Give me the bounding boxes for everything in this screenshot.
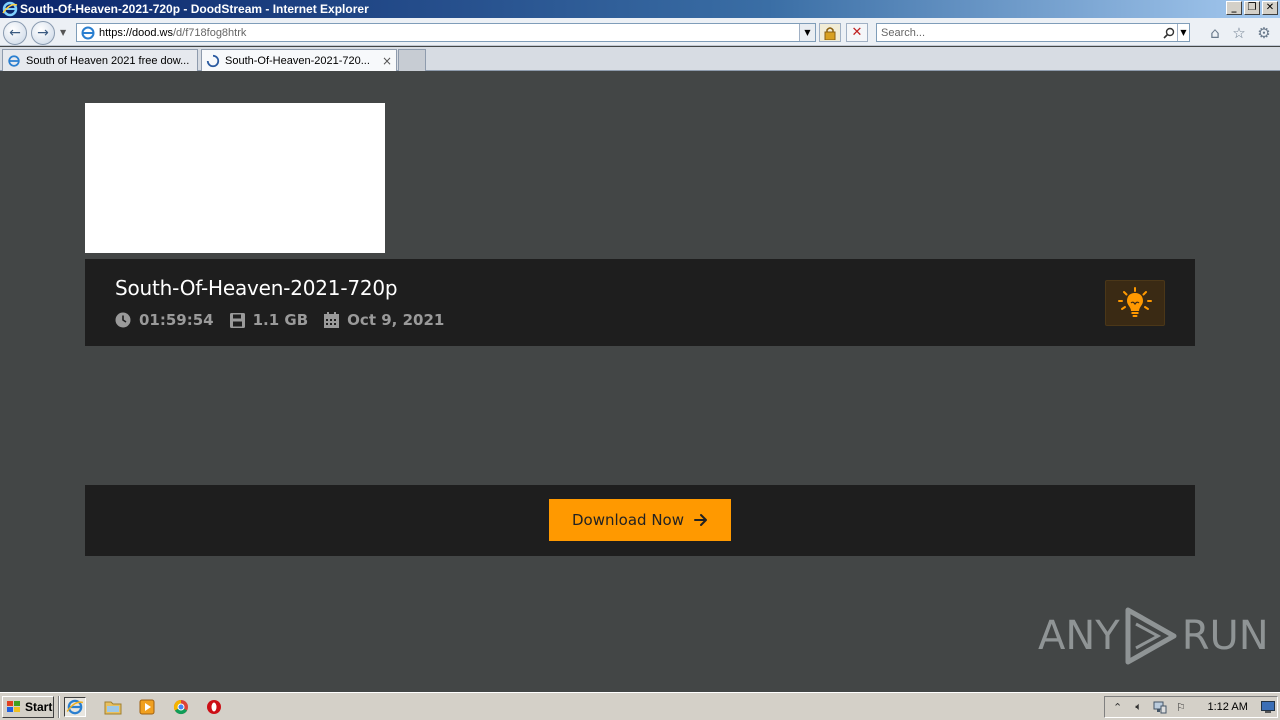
address-url: https://dood.ws/d/f718fog8htrk (99, 27, 246, 39)
video-date: Oct 9, 2021 (347, 311, 445, 329)
tab-doodstream-video[interactable]: South-Of-Heaven-2021-720... × (201, 49, 397, 71)
download-now-button[interactable]: Download Now (549, 499, 731, 541)
back-button[interactable]: ← (3, 21, 27, 45)
video-title: South-Of-Heaven-2021-720p (115, 276, 398, 300)
forward-button[interactable]: → (31, 21, 55, 45)
lock-icon (824, 26, 836, 40)
search-box[interactable]: ▼ (876, 23, 1190, 42)
network-icon[interactable] (1151, 698, 1168, 716)
taskbar-explorer-button[interactable] (102, 697, 124, 717)
taskbar-separator (58, 696, 60, 718)
folder-icon (104, 701, 122, 715)
close-window-button[interactable]: ✕ (1262, 1, 1278, 15)
url-path: /d/f718fog8htrk (173, 26, 247, 39)
close-tab-icon[interactable]: × (376, 54, 392, 68)
address-bar[interactable]: https://dood.ws/d/f718fog8htrk ▼ (76, 23, 816, 42)
taskbar: Start ⌃ 🔈︎ ⚐ 1:12 AM (0, 692, 1280, 720)
home-icon[interactable]: ⌂ (1206, 24, 1224, 42)
page-content: South-Of-Heaven-2021-720p 01:59:54 1.1 G… (0, 71, 1280, 691)
stop-x-icon: ✕ (851, 25, 863, 40)
show-desktop-icon[interactable] (1260, 698, 1277, 716)
ie-page-icon (81, 26, 95, 39)
ie-logo-icon (2, 1, 18, 17)
video-duration: 01:59:54 (139, 311, 214, 329)
clock-icon (115, 312, 131, 328)
taskbar-clock[interactable]: 1:12 AM (1208, 701, 1248, 713)
new-tab-button[interactable] (398, 49, 426, 71)
tab-label: South of Heaven 2021 free dow... (26, 54, 190, 67)
anyrun-watermark: ANY RUN (1038, 606, 1269, 666)
arrow-right-icon (694, 514, 707, 526)
taskbar-chrome-button[interactable] (170, 697, 192, 717)
gear-icon[interactable]: ⚙ (1255, 24, 1273, 42)
size-item: 1.1 GB (229, 311, 309, 329)
video-info-panel: South-Of-Heaven-2021-720p 01:59:54 1.1 G… (85, 259, 1195, 346)
loading-icon (206, 54, 220, 67)
navigation-bar: ← → ▼ https://dood.ws/d/f718fog8htrk ▼ ✕… (0, 18, 1280, 46)
volume-icon[interactable]: 🔈︎ (1130, 698, 1147, 716)
window-titlebar: South-Of-Heaven-2021-720p - DoodStream -… (0, 0, 1280, 18)
window-title: South-Of-Heaven-2021-720p - DoodStream -… (20, 2, 369, 16)
media-player-icon (139, 699, 155, 715)
tab-bar: South of Heaven 2021 free dow... South-O… (0, 47, 1280, 71)
address-dropdown-icon[interactable]: ▼ (799, 24, 815, 41)
chrome-icon (173, 699, 188, 715)
opera-icon (207, 700, 221, 714)
lightbulb-icon (1118, 287, 1152, 317)
download-panel: Download Now (85, 485, 1195, 556)
search-dropdown-icon[interactable]: ▼ (1177, 24, 1189, 41)
play-logo-icon (1125, 607, 1177, 665)
search-icon[interactable] (1161, 25, 1177, 41)
url-host: https://dood.ws (99, 26, 173, 39)
video-meta: 01:59:54 1.1 GB Oct 9, 2021 (115, 311, 460, 329)
security-lock-button[interactable] (819, 23, 841, 42)
back-arrow-icon: ← (9, 25, 21, 41)
action-center-flag-icon[interactable]: ⚐ (1172, 698, 1189, 716)
restore-button[interactable]: ❐ (1244, 1, 1260, 15)
calendar-icon (324, 312, 340, 328)
stop-button[interactable]: ✕ (846, 23, 868, 42)
history-dropdown-icon[interactable]: ▼ (60, 28, 66, 37)
date-item: Oct 9, 2021 (324, 311, 444, 329)
start-button[interactable]: Start (2, 696, 54, 718)
start-label: Start (25, 700, 53, 714)
ie-icon (66, 699, 84, 715)
video-size: 1.1 GB (252, 311, 309, 329)
forward-arrow-icon: → (37, 25, 49, 41)
taskbar-ie-button[interactable] (64, 697, 86, 717)
windows-flag-icon (7, 701, 20, 712)
lights-toggle-button[interactable] (1105, 280, 1165, 326)
duration-item: 01:59:54 (115, 311, 214, 329)
floppy-disk-icon (229, 312, 245, 328)
tray-expand-icon[interactable]: ⌃ (1109, 698, 1126, 716)
watermark-run: RUN (1181, 613, 1269, 659)
ie-page-icon (8, 54, 20, 67)
download-label: Download Now (572, 511, 684, 529)
minimize-button[interactable]: _ (1226, 1, 1242, 15)
search-input[interactable] (877, 26, 1161, 39)
watermark-any: ANY (1038, 613, 1120, 659)
favorites-star-icon[interactable]: ☆ (1230, 24, 1248, 42)
taskbar-media-player-button[interactable] (136, 697, 158, 717)
video-thumbnail[interactable] (85, 103, 385, 253)
tab-label: South-Of-Heaven-2021-720... (225, 54, 370, 67)
taskbar-opera-button[interactable] (203, 697, 225, 717)
system-tray: ⌃ 🔈︎ ⚐ 1:12 AM (1104, 696, 1278, 718)
tab-south-of-heaven-download[interactable]: South of Heaven 2021 free dow... (2, 49, 198, 71)
